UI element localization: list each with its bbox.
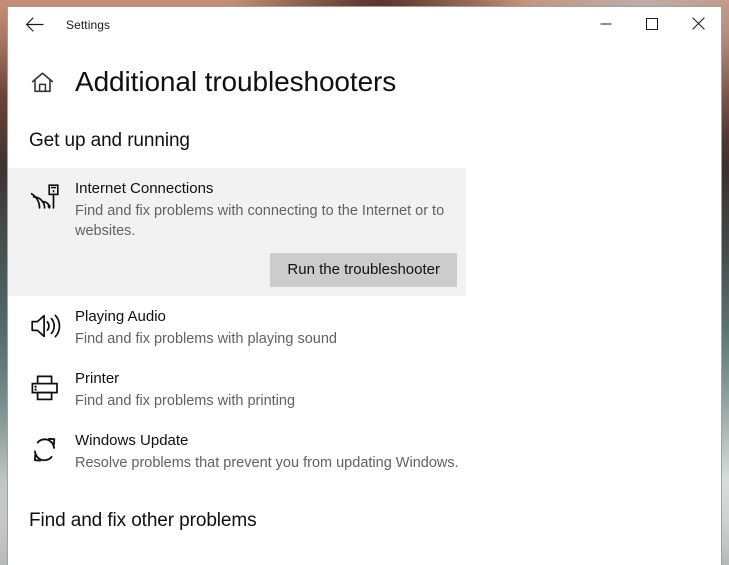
- section-heading-get-up-and-running: Get up and running: [29, 130, 190, 151]
- troubleshooter-item-printer[interactable]: Printer Find and fix problems with print…: [8, 358, 466, 420]
- minimize-button[interactable]: [583, 7, 629, 40]
- printer-icon: [31, 371, 65, 405]
- maximize-button[interactable]: [629, 7, 675, 40]
- window-caption-buttons: [583, 7, 721, 40]
- troubleshooter-text: Playing Audio Find and fix problems with…: [75, 306, 337, 349]
- back-arrow-icon: [25, 17, 44, 32]
- troubleshooter-text: Internet Connections Find and fix proble…: [75, 178, 466, 241]
- close-button[interactable]: [675, 7, 721, 40]
- title-bar: Settings: [8, 7, 721, 42]
- troubleshooter-item-playing-audio[interactable]: Playing Audio Find and fix problems with…: [8, 296, 466, 358]
- troubleshooter-name: Windows Update: [75, 432, 189, 449]
- troubleshooter-item-windows-update[interactable]: Windows Update Resolve problems that pre…: [8, 420, 466, 482]
- troubleshooter-item-internet-connections[interactable]: Internet Connections Find and fix proble…: [8, 168, 466, 253]
- troubleshooter-text: Printer Find and fix problems with print…: [75, 368, 295, 411]
- troubleshooter-text: Windows Update Resolve problems that pre…: [75, 430, 459, 473]
- maximize-icon: [646, 17, 658, 30]
- page-title: Additional troubleshooters: [75, 66, 397, 97]
- run-troubleshooter-row: Run the troubleshooter: [8, 253, 466, 296]
- close-icon: [691, 17, 705, 30]
- home-icon[interactable]: [29, 69, 55, 95]
- playing-audio-icon: [31, 309, 65, 343]
- page-header: Additional troubleshooters: [8, 59, 721, 105]
- back-button[interactable]: [14, 9, 54, 41]
- troubleshooter-description: Find and fix problems with playing sound: [75, 331, 337, 347]
- troubleshooter-name: Playing Audio: [75, 308, 166, 325]
- troubleshooter-description: Resolve problems that prevent you from u…: [75, 455, 459, 471]
- internet-connections-icon: [31, 181, 65, 215]
- troubleshooter-name: Internet Connections: [75, 180, 214, 197]
- troubleshooter-list: Internet Connections Find and fix proble…: [8, 168, 721, 482]
- minimize-icon: [600, 18, 612, 30]
- app-title: Settings: [66, 17, 111, 32]
- troubleshooter-name: Printer: [75, 370, 120, 387]
- run-the-troubleshooter-button[interactable]: Run the troubleshooter: [270, 253, 457, 287]
- section-heading-find-and-fix-other-problems: Find and fix other problems: [29, 510, 257, 531]
- troubleshooter-description: Find and fix problems with connecting to…: [75, 203, 445, 239]
- windows-update-icon: [31, 433, 65, 467]
- settings-window: Settings Additional troubleshooters Get …: [7, 6, 722, 565]
- troubleshooter-description: Find and fix problems with printing: [75, 393, 296, 409]
